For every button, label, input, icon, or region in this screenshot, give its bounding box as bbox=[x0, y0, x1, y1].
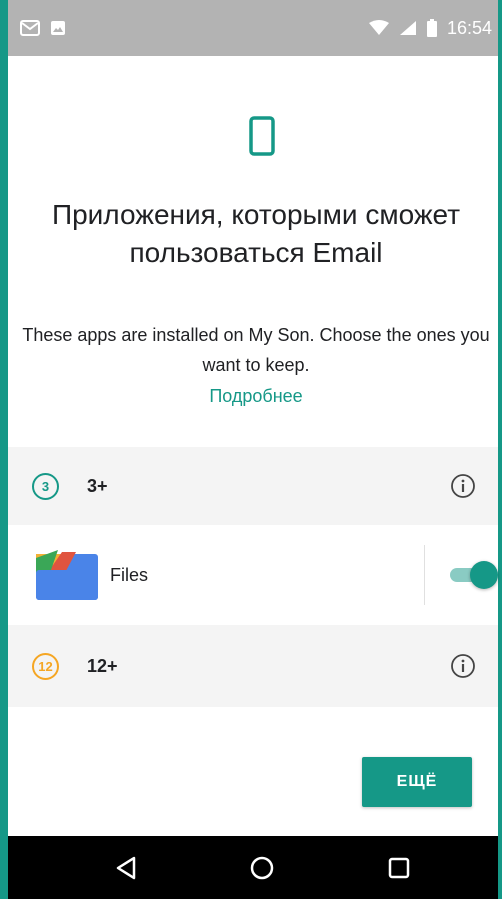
phone-device-icon bbox=[249, 116, 275, 156]
frame-right-border bbox=[498, 0, 502, 899]
age-rating-badge: 12 bbox=[32, 652, 59, 680]
frame-left-border bbox=[0, 0, 8, 899]
age-rating-badge: 3 bbox=[32, 472, 59, 500]
files-app-icon bbox=[36, 550, 98, 600]
home-icon[interactable] bbox=[249, 855, 275, 881]
info-icon[interactable] bbox=[450, 473, 476, 499]
battery-icon bbox=[426, 19, 437, 37]
image-notification-icon bbox=[51, 21, 65, 35]
learn-more-link[interactable]: Подробнее bbox=[18, 386, 494, 407]
more-button[interactable]: ЕЩЁ bbox=[362, 757, 472, 807]
age-section-label: 3+ bbox=[87, 475, 108, 496]
wifi-icon bbox=[368, 20, 389, 35]
status-system: 16:54 bbox=[368, 17, 492, 39]
files-toggle[interactable] bbox=[450, 561, 498, 589]
status-bar: 16:54 bbox=[8, 0, 498, 56]
age-section-12: 12 12+ bbox=[8, 625, 498, 707]
cellular-signal-icon bbox=[399, 21, 416, 35]
app-name: Files bbox=[110, 564, 149, 585]
navigation-bar bbox=[8, 836, 498, 899]
app-row-files[interactable]: Files bbox=[8, 525, 498, 625]
gmail-notification-icon bbox=[20, 20, 40, 36]
age-section-label: 12+ bbox=[87, 655, 118, 676]
row-divider bbox=[424, 545, 425, 605]
status-notifications bbox=[20, 20, 66, 36]
info-icon[interactable] bbox=[450, 653, 476, 679]
page-description: These apps are installed on My Son. Choo… bbox=[22, 325, 490, 375]
back-icon[interactable] bbox=[114, 855, 140, 881]
recent-apps-icon[interactable] bbox=[386, 855, 412, 881]
age-section-3: 3 3+ bbox=[8, 447, 498, 525]
status-time: 16:54 bbox=[446, 17, 492, 38]
toggle-thumb bbox=[470, 561, 498, 589]
page-title: Приложения, которыми сможет пользоваться… bbox=[51, 199, 461, 268]
